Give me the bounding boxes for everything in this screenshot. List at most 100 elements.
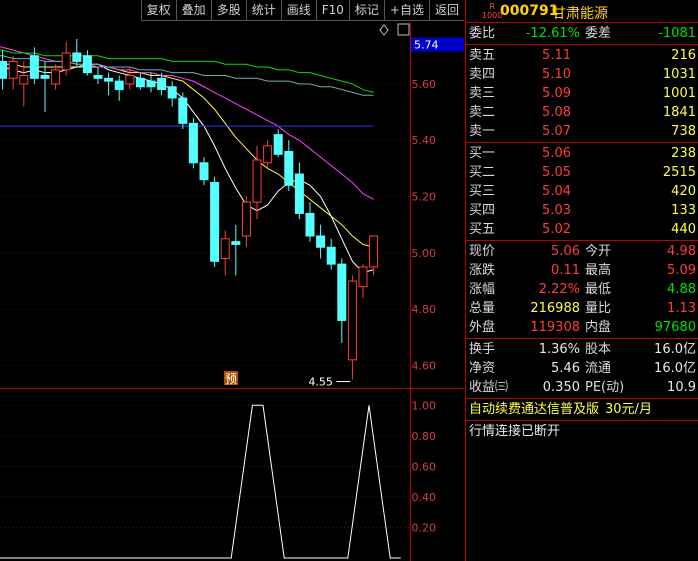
maximize-icon[interactable]	[397, 23, 410, 36]
toolbar-button-7[interactable]: +自选	[383, 0, 429, 21]
candle	[273, 128, 283, 158]
toolbar-button-0[interactable]: 复权	[140, 0, 176, 21]
quote-row: 总量 216988 量比 1.13	[469, 301, 696, 316]
candle	[104, 72, 114, 96]
quote-row: 涨幅 2.22% 最低 4.88	[469, 282, 696, 297]
quote-stats: 现价 5.06 今开 4.98 涨跌 0.11 最高 5.09 涨幅 2.22% 最低 4.88 总量 2…	[466, 241, 698, 339]
candle	[241, 196, 251, 248]
bid-row[interactable]: 买二 5.05 2515	[466, 163, 698, 182]
candle	[188, 117, 198, 169]
candle	[337, 258, 347, 343]
candle	[135, 72, 145, 90]
weibi-row: 委比 -12.61% 委差 -1081	[469, 26, 696, 41]
candle	[93, 67, 103, 84]
ask-row[interactable]: 卖五 5.11 216	[466, 46, 698, 65]
quote-row: 现价 5.06 今开 4.98	[469, 244, 696, 259]
pre-badge-text: 预	[225, 372, 237, 386]
subscription-notice[interactable]: 自动续费通达信普及版 30元/月	[466, 399, 698, 421]
bid-row[interactable]: 买五 5.02 440	[466, 220, 698, 239]
fundamental-stats: 换手 1.36% 股本 16.0亿 净资 5.46 流通 16.0亿 收益㈢ 0.350 PE(动)…	[466, 339, 698, 399]
low-marker-label: 4.55	[308, 376, 333, 389]
price-tick-label: 5.00	[412, 247, 437, 260]
candle	[210, 176, 220, 267]
diamond-icon[interactable]	[379, 24, 389, 36]
ask-book: 卖五 5.11 216 卖四 5.10 1031 卖三 5.09 1001 卖二 5.08 1841 卖…	[466, 45, 698, 143]
book-volume: 1841	[662, 105, 696, 120]
book-volume: 738	[671, 124, 696, 139]
toolbar-button-8[interactable]: 返回	[428, 0, 464, 21]
bid-row[interactable]: 买一 5.06 238	[466, 144, 698, 163]
quote-row: 外盘 119308 内盘 97680	[469, 320, 696, 335]
toolbar-button-2[interactable]: 多股	[210, 0, 246, 21]
indicator-tick-label: 0.80	[412, 430, 437, 443]
candle	[82, 50, 92, 76]
candle	[72, 38, 82, 68]
weibi-value: -12.61%	[525, 26, 580, 41]
indicator-tick-label: 0.20	[412, 521, 437, 534]
book-volume: 1001	[662, 86, 696, 101]
candle	[167, 81, 177, 107]
fundamental-row: 换手 1.36% 股本 16.0亿	[469, 342, 696, 357]
toolbar-button-5[interactable]: F10	[315, 0, 349, 21]
stock-header: R 1000 000791 甘肃能源	[466, 0, 698, 23]
weibi-section: 委比 -12.61% 委差 -1081	[466, 23, 698, 45]
fundamental-row: 收益㈢ 0.350 PE(动) 10.9	[469, 380, 696, 395]
candle	[220, 230, 230, 276]
fundamental-row: 净资 5.46 流通 16.0亿	[469, 361, 696, 376]
price-tick-label: 4.60	[412, 359, 437, 372]
toolbar: 复权 叠加 多股 统计 画线 F10 标记 +自选 返回	[0, 0, 464, 22]
ask-row[interactable]: 卖二 5.08 1841	[466, 103, 698, 122]
current-price-tag-text: 5.74	[414, 39, 439, 52]
ask-row[interactable]: 卖四 5.10 1031	[466, 65, 698, 84]
candle	[199, 157, 209, 186]
ask-row[interactable]: 卖一 5.07 738	[466, 122, 698, 141]
candle	[19, 61, 29, 107]
book-price: 5.10	[542, 67, 571, 82]
book-volume: 133	[671, 203, 696, 218]
book-price: 5.08	[542, 105, 571, 120]
quote-panel: R 1000 000791 甘肃能源 委比 -12.61% 委差 -1081 卖…	[465, 0, 698, 561]
indicator-tick-label: 1.00	[412, 399, 437, 412]
price-tick-label: 4.80	[412, 303, 437, 316]
book-price: 5.03	[542, 203, 571, 218]
toolbar-button-3[interactable]: 统计	[245, 0, 281, 21]
price-tick-label: 5.20	[412, 191, 437, 204]
toolbar-button-4[interactable]: 画线	[280, 0, 316, 21]
price-tick-label: 5.60	[412, 78, 437, 91]
quote-row: 涨跌 0.11 最高 5.09	[469, 263, 696, 278]
book-price: 5.07	[542, 124, 571, 139]
candle	[263, 140, 273, 169]
book-price: 5.05	[542, 165, 571, 180]
book-price: 5.06	[542, 146, 571, 161]
candle	[294, 162, 304, 220]
ask-row[interactable]: 卖三 5.09 1001	[466, 84, 698, 103]
book-price: 5.02	[542, 222, 571, 237]
kline-chart-svg[interactable]: 5.60 5.40 5.20 5.00 4.80 4.60 5.74 4.55 预 1.00 0.8…	[0, 0, 464, 561]
candle	[358, 264, 368, 298]
stock-name[interactable]: 甘肃能源	[552, 3, 608, 23]
stock-code[interactable]: 000791	[500, 3, 558, 19]
book-volume: 2515	[662, 165, 696, 180]
candle	[231, 224, 241, 276]
indicator-line	[0, 404, 401, 559]
weicha-value: -1081	[658, 26, 696, 41]
book-price: 5.11	[542, 48, 571, 63]
candle	[316, 224, 326, 259]
candle	[326, 238, 336, 270]
book-price: 5.09	[542, 86, 571, 101]
toolbar-button-1[interactable]: 叠加	[175, 0, 211, 21]
bid-row[interactable]: 买三 5.04 420	[466, 182, 698, 201]
book-volume: 420	[671, 184, 696, 199]
candle	[178, 92, 188, 129]
candle	[114, 75, 124, 101]
book-volume: 1031	[662, 67, 696, 82]
indicator-tick-label: 0.60	[412, 460, 437, 473]
candle	[305, 202, 315, 242]
kline-chart-area[interactable]: 5.60 5.40 5.20 5.00 4.80 4.60 5.74 4.55 预 1.00 0.8…	[0, 0, 464, 561]
candle	[369, 235, 379, 276]
book-volume: 440	[671, 222, 696, 237]
price-tick-label: 5.40	[412, 134, 437, 147]
toolbar-button-6[interactable]: 标记	[348, 0, 384, 21]
bid-row[interactable]: 买四 5.03 133	[466, 201, 698, 220]
book-volume: 238	[671, 146, 696, 161]
